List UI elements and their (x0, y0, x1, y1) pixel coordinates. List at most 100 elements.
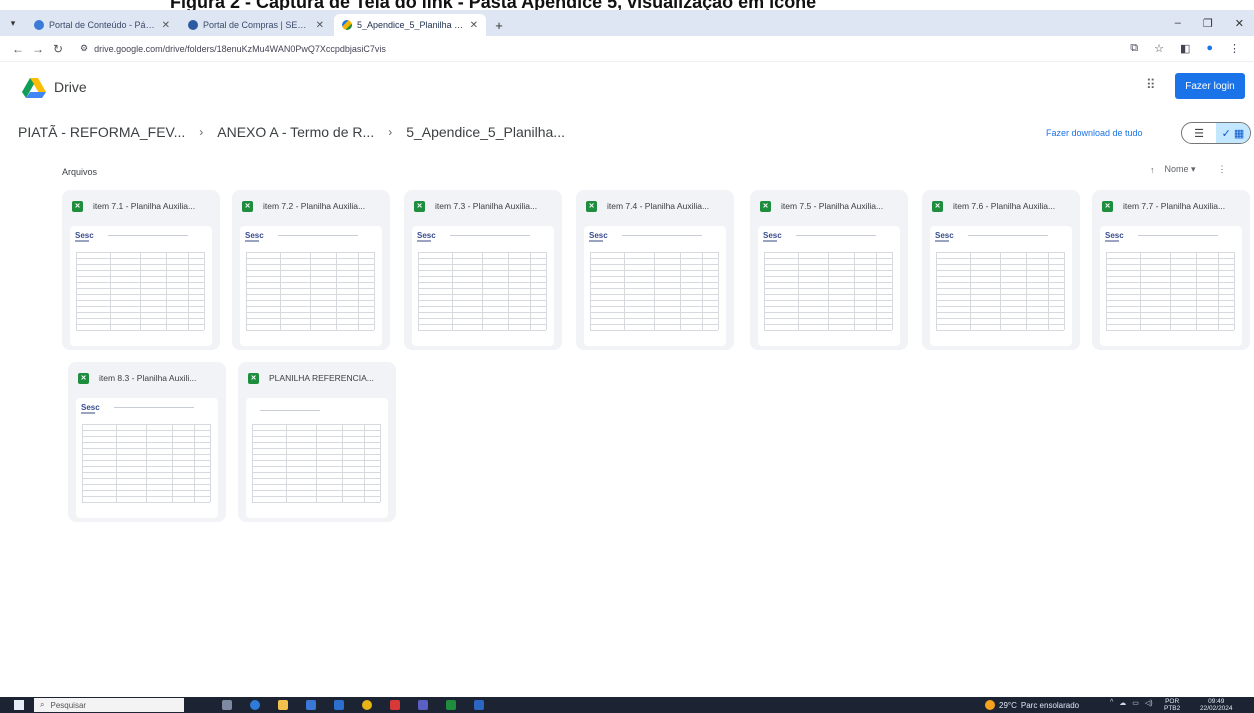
breadcrumb-item-current[interactable]: 5_Apendice_5_Planilha... (406, 124, 565, 140)
list-view-icon[interactable]: ☰ (1182, 123, 1216, 143)
thumb-grid-column (1196, 252, 1197, 330)
sheets-file-icon: ✕ (242, 200, 253, 212)
sun-icon (985, 700, 995, 710)
excel-icon[interactable] (446, 700, 456, 710)
edge-browser-icon[interactable] (250, 700, 260, 710)
url-input[interactable]: ⚙ drive.google.com/drive/folders/18enuKz… (74, 39, 1130, 59)
system-tray: ^ ☁ ▭ ◁) (1110, 699, 1153, 707)
apps-grid-icon[interactable]: ⠿ (1146, 77, 1155, 93)
minimize-icon[interactable]: – (1175, 17, 1181, 29)
mail-icon[interactable] (334, 700, 344, 710)
grid-view-icon[interactable]: ✓ ▦ (1216, 123, 1250, 143)
more-options-icon[interactable]: ⋮ (1218, 164, 1227, 175)
tab-portal-conteudo[interactable]: Portal de Conteúdo - Página In ✕ (26, 14, 178, 36)
figure-caption-text: Figura 2 - Captura de Tela do link - Pas… (170, 0, 817, 10)
thumb-grid-column (718, 252, 719, 330)
close-icon[interactable]: ✕ (316, 20, 324, 31)
store-icon[interactable] (306, 700, 316, 710)
sort-direction-icon[interactable]: ↑ (1150, 165, 1155, 175)
tab-apendice-5[interactable]: 5_Apendice_5_Planilha Referen ✕ (334, 14, 486, 36)
thumb-grid-column (1064, 252, 1065, 330)
network-icon[interactable]: ▭ (1132, 699, 1139, 707)
thumb-grid-column (624, 252, 625, 330)
thumb-header-line (968, 235, 1048, 236)
teams-icon[interactable] (418, 700, 428, 710)
file-thumbnail (246, 398, 388, 518)
chrome-icon[interactable] (362, 700, 372, 710)
maximize-icon[interactable]: ❐ (1203, 17, 1213, 30)
back-icon[interactable]: ← (8, 42, 28, 56)
section-title: Arquivos (62, 167, 98, 177)
breadcrumb-item[interactable]: PIATÃ - REFORMA_FEV... (18, 124, 185, 140)
thumb-grid-column (110, 252, 111, 330)
tab-search-icon[interactable]: ▾ (0, 10, 26, 36)
download-all-button[interactable]: Fazer download de tudo (1046, 128, 1143, 138)
thumb-grid-column (936, 252, 937, 330)
chevron-right-icon: › (388, 125, 393, 139)
taskbar-clock[interactable]: POR PTB2 (1164, 698, 1180, 712)
logo-underline (417, 240, 431, 242)
thumb-header-line (114, 407, 194, 408)
file-thumbnail: Sesc (240, 226, 382, 346)
bookmark-star-icon[interactable]: ☆ (1154, 42, 1164, 55)
thumb-grid-line (936, 330, 1064, 331)
menu-icon[interactable]: ⋮ (1229, 42, 1240, 55)
file-card[interactable]: ✕ item 8.3 - Planilha Auxili... Sesc (68, 362, 226, 522)
browser-actions: ⧉ ☆ ◧ ● ⋮ (1130, 42, 1254, 55)
forward-icon[interactable]: → (28, 42, 48, 56)
close-icon[interactable]: ✕ (162, 20, 170, 31)
cloud-icon[interactable]: ☁ (1119, 699, 1126, 707)
sesc-logo: Sesc (75, 231, 94, 240)
thumb-grid-column (280, 252, 281, 330)
chevron-right-icon: › (199, 125, 204, 139)
side-panel-icon[interactable]: ◧ (1180, 42, 1190, 55)
install-app-icon[interactable]: ⧉ (1130, 42, 1138, 55)
new-tab-button[interactable]: + (488, 14, 510, 36)
thumb-grid-column (702, 252, 703, 330)
thumb-grid-column (172, 424, 173, 502)
taskbar-search-input[interactable]: ⌕ Pesquisar (34, 698, 184, 712)
thumb-grid-column (116, 424, 117, 502)
windows-start-icon[interactable] (14, 700, 24, 710)
file-card[interactable]: ✕ item 7.3 - Planilha Auxilia... Sesc (404, 190, 562, 350)
drive-brand: Drive (54, 79, 87, 95)
pdf-reader-icon[interactable] (390, 700, 400, 710)
close-icon[interactable]: ✕ (470, 20, 478, 31)
reload-icon[interactable]: ↻ (48, 42, 68, 56)
thumb-grid-column (76, 252, 77, 330)
thumb-grid-column (546, 252, 547, 330)
site-info-icon[interactable]: ⚙ (80, 43, 88, 54)
close-window-icon[interactable]: ✕ (1235, 17, 1244, 30)
drive-favicon-icon (342, 20, 352, 30)
thumb-grid-column (316, 424, 317, 502)
chevron-up-icon[interactable]: ^ (1110, 699, 1113, 707)
login-button[interactable]: Fazer login (1175, 73, 1245, 99)
file-explorer-icon[interactable] (278, 700, 288, 710)
word-icon[interactable] (474, 700, 484, 710)
clock-time-date[interactable]: 09:49 22/02/2024 (1200, 698, 1233, 712)
file-card[interactable]: ✕ item 7.7 - Planilha Auxilia... Sesc (1092, 190, 1250, 350)
volume-icon[interactable]: ◁) (1145, 699, 1153, 707)
file-card[interactable]: ✕ PLANILHA REFERENCIA... (238, 362, 396, 522)
thumb-grid-column (764, 252, 765, 330)
file-name: item 7.6 - Planilha Auxilia... (953, 201, 1056, 211)
thumb-grid-line (246, 330, 374, 331)
task-view-icon[interactable] (222, 700, 232, 710)
file-card[interactable]: ✕ item 7.1 - Planilha Auxilia... Sesc (62, 190, 220, 350)
thumb-header-line (796, 235, 876, 236)
sesc-logo: Sesc (417, 231, 436, 240)
file-thumbnail: Sesc (758, 226, 900, 346)
sort-dropdown[interactable]: Nome ▾ (1165, 164, 1196, 175)
file-card[interactable]: ✕ item 7.5 - Planilha Auxilia... Sesc (750, 190, 908, 350)
file-card[interactable]: ✕ item 7.6 - Planilha Auxilia... Sesc (922, 190, 1080, 350)
thumb-header-line (278, 235, 358, 236)
file-card[interactable]: ✕ item 7.2 - Planilha Auxilia... Sesc (232, 190, 390, 350)
weather-widget[interactable]: 29°C Parc ensolarado (985, 700, 1079, 710)
breadcrumb-item[interactable]: ANEXO A - Termo de R... (217, 124, 374, 140)
profile-icon[interactable]: ● (1206, 42, 1213, 55)
language-indicator: POR (1165, 698, 1180, 705)
file-name: PLANILHA REFERENCIA... (269, 373, 374, 383)
tab-portal-compras[interactable]: Portal de Compras | SESC-BA ✕ (180, 14, 332, 36)
sesc-logo: Sesc (935, 231, 954, 240)
file-card[interactable]: ✕ item 7.4 - Planilha Auxilia... Sesc (576, 190, 734, 350)
